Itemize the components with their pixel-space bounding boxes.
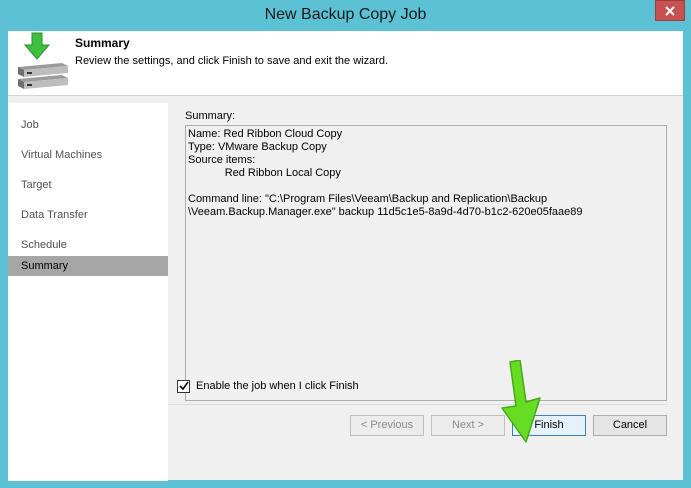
nav-item-job[interactable]: Job	[8, 115, 168, 135]
enable-job-checkbox[interactable]	[177, 379, 190, 393]
checkmark-icon	[178, 381, 189, 391]
enable-job-label: Enable the job when I click Finish	[196, 380, 359, 392]
header-title: Summary	[75, 36, 130, 50]
backup-server-download-icon	[18, 32, 68, 89]
cancel-button[interactable]: Cancel	[593, 415, 667, 436]
wizard-header: Summary Review the settings, and click F…	[8, 31, 683, 96]
previous-button[interactable]: < Previous	[350, 415, 424, 436]
summary-label: Summary:	[185, 110, 236, 122]
header-description: Review the settings, and click Finish to…	[75, 55, 389, 67]
wizard-step-nav: Job Virtual Machines Target Data Transfe…	[8, 103, 168, 481]
footer-divider	[168, 404, 668, 405]
nav-item-target[interactable]: Target	[8, 175, 168, 195]
wizard-client-area: Summary Review the settings, and click F…	[8, 31, 683, 481]
nav-item-data-transfer[interactable]: Data Transfer	[8, 205, 168, 225]
enable-job-option[interactable]: Enable the job when I click Finish	[177, 378, 359, 394]
close-button[interactable]	[655, 0, 685, 21]
window-title: New Backup Copy Job	[264, 6, 427, 23]
close-icon	[665, 5, 675, 16]
nav-item-schedule[interactable]: Schedule	[8, 235, 168, 255]
next-button[interactable]: Next >	[431, 415, 505, 436]
nav-item-summary[interactable]: Summary	[8, 256, 168, 276]
summary-text[interactable]: Name: Red Ribbon Cloud Copy Type: VMware…	[185, 125, 667, 401]
nav-item-virtual-machines[interactable]: Virtual Machines	[8, 145, 168, 165]
finish-button[interactable]: Finish	[512, 415, 586, 436]
wizard-window: New Backup Copy Job Summary Review the s…	[0, 0, 691, 488]
title-bar: New Backup Copy Job	[0, 0, 691, 32]
